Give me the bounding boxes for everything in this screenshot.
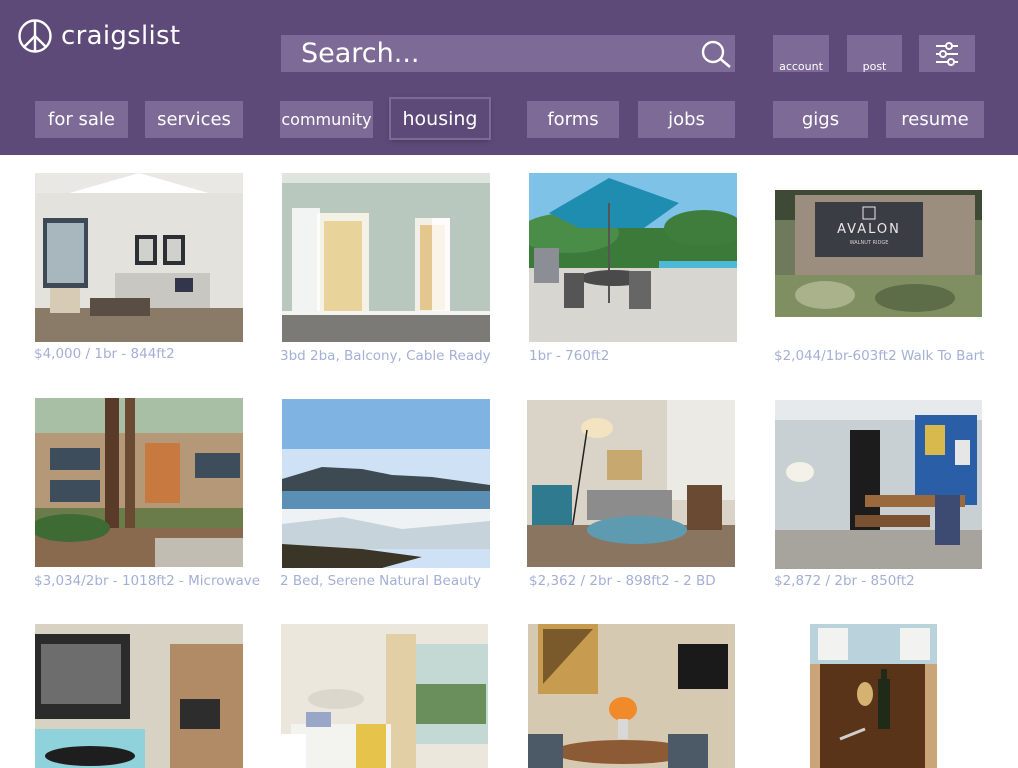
nav-services-label: services — [157, 109, 231, 130]
nav-jobs-label: jobs — [668, 109, 705, 130]
nav-resume[interactable]: resume — [886, 101, 984, 138]
wine-table-photo — [810, 624, 937, 768]
listing-photo[interactable] — [282, 173, 490, 342]
logo[interactable]: craigslist — [17, 18, 180, 54]
listing-caption[interactable]: $2,362 / 2br - 898ft2 - 2 BD — [529, 573, 716, 589]
peace-sign-icon — [18, 19, 52, 53]
modern-living-room-photo — [527, 400, 735, 567]
account-label: account — [779, 60, 823, 73]
nav-forms[interactable]: forms — [527, 101, 619, 138]
bedroom-window-photo — [281, 624, 488, 768]
listing-photo[interactable] — [35, 398, 243, 567]
listing-caption[interactable]: $2,044/1br-603ft2 Walk To Bart — [774, 348, 984, 364]
top-bar: craigslist Search... account post for sa… — [0, 0, 1018, 155]
listing-photo[interactable] — [527, 400, 735, 567]
nav-services[interactable]: services — [145, 101, 243, 138]
listing-caption[interactable]: 3bd 2ba, Balcony, Cable Ready — [280, 348, 491, 364]
ocean-beach-photo — [282, 399, 490, 568]
nav-community-label: community — [281, 110, 372, 129]
listing-photo[interactable] — [529, 173, 737, 342]
listing-caption[interactable]: $3,034/2br - 1018ft2 - Microwave — [34, 573, 260, 589]
post-button[interactable]: post — [847, 35, 902, 72]
nav-housing-label: housing — [402, 107, 478, 130]
nav-gigs-label: gigs — [801, 109, 840, 130]
listing-photo[interactable] — [282, 399, 490, 568]
listing-caption[interactable]: 2 Bed, Serene Natural Beauty — [280, 573, 481, 589]
nav-forms-label: forms — [547, 109, 599, 130]
nav-housing[interactable]: housing — [391, 99, 489, 138]
bedroom-doorway-photo — [282, 173, 490, 342]
sign-line1: AVALON — [837, 222, 901, 237]
dining-room-photo — [775, 400, 982, 569]
nav-for-sale-label: for sale — [48, 109, 115, 130]
search-icon[interactable] — [699, 39, 733, 69]
listing-photo[interactable] — [35, 173, 243, 342]
listing-photo[interactable] — [775, 400, 982, 569]
nav-resume-label: resume — [901, 109, 969, 130]
search-input[interactable]: Search... — [281, 35, 735, 72]
listing-caption[interactable]: $2,872 / 2br - 850ft2 — [774, 573, 915, 589]
avalon-sign-photo: AVALON WALNUT RIDGE — [775, 190, 982, 317]
dining-table-flowers-photo — [528, 624, 735, 768]
brand-name: craigslist — [61, 21, 181, 51]
listing-photo[interactable] — [281, 624, 488, 768]
pool-patio-photo — [529, 173, 737, 342]
post-label: post — [862, 60, 887, 73]
listing-caption[interactable]: 1br - 760ft2 — [529, 348, 609, 364]
listing-photo[interactable] — [35, 624, 243, 768]
sign-line2: WALNUT RIDGE — [850, 240, 889, 246]
apartment-building-photo — [35, 398, 243, 567]
nav-gigs[interactable]: gigs — [773, 101, 868, 138]
nav-community[interactable]: community — [280, 101, 373, 138]
sliders-icon — [936, 41, 958, 66]
account-button[interactable]: account — [773, 35, 829, 72]
listing-caption[interactable]: $4,000 / 1br - 844ft2 — [34, 346, 175, 362]
search-placeholder: Search... — [301, 38, 420, 69]
nav-jobs[interactable]: jobs — [638, 101, 735, 138]
listing-photo[interactable] — [810, 624, 937, 768]
living-room-photo — [35, 173, 243, 342]
listing-photo[interactable] — [528, 624, 735, 768]
living-room-city-art-photo — [35, 624, 243, 768]
filter-settings-button[interactable] — [919, 35, 975, 72]
listing-photo[interactable]: AVALON WALNUT RIDGE — [775, 190, 982, 317]
nav-for-sale[interactable]: for sale — [35, 101, 128, 138]
